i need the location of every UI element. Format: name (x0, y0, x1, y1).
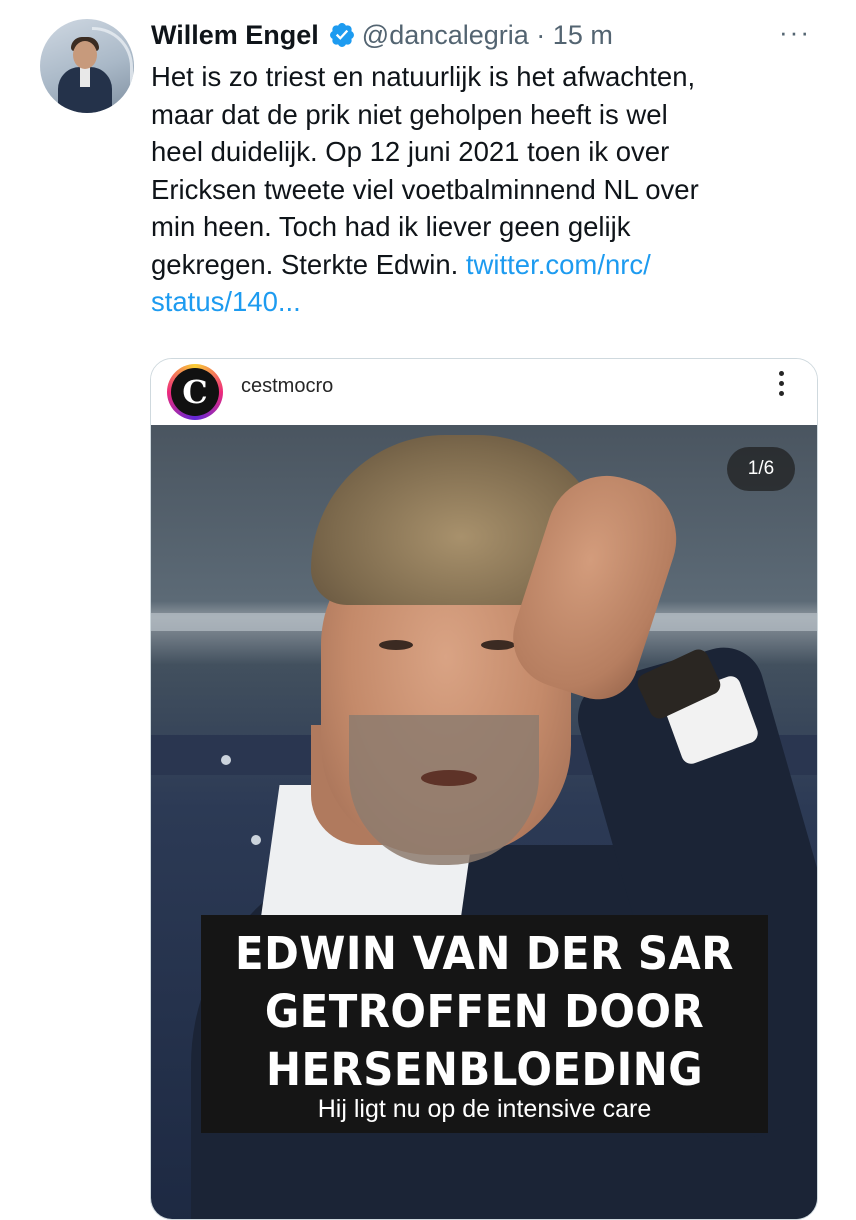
verified-badge-icon (329, 23, 354, 47)
embedded-media-card[interactable]: C cestmocro 1/6 EDWIN VAN DER SAR GETROF… (150, 358, 818, 1220)
headline-line-1: EDWIN VAN DER SAR (235, 927, 734, 980)
vertical-dots-icon[interactable] (775, 371, 787, 396)
headline-caption-box: EDWIN VAN DER SAR GETROFFEN DOOR HERSENB… (201, 915, 768, 1133)
headline-line-2: GETROFFEN DOOR (264, 985, 705, 1038)
man-eye (379, 640, 413, 650)
stadium-light (221, 755, 231, 765)
author-handle-and-time[interactable]: @dancalegria · 15 m (362, 20, 613, 51)
embed-header: C cestmocro (151, 359, 817, 425)
embed-account-logo: C (171, 368, 219, 416)
slide-counter-badge: 1/6 (727, 447, 795, 491)
author-avatar[interactable] (40, 19, 134, 113)
avatar-person-shirt (80, 67, 90, 87)
tweet-header: Willem Engel @dancalegria · 15 m (151, 15, 613, 55)
tweet-text: Het is zo triest en natuurlijk is het af… (151, 61, 699, 280)
avatar-person-head (73, 41, 97, 69)
man-mouth (421, 770, 477, 786)
embed-account-avatar[interactable]: C (167, 364, 223, 420)
embed-photo[interactable]: 1/6 EDWIN VAN DER SAR GETROFFEN DOOR HER… (151, 425, 817, 1219)
embed-account-name[interactable]: cestmocro (241, 375, 333, 398)
subheadline: Hij ligt nu op de intensive care (317, 1095, 652, 1123)
more-options-icon[interactable]: ··· (779, 19, 811, 45)
stadium-light (251, 835, 261, 845)
headline-line-3: HERSENBLOEDING (265, 1043, 704, 1096)
man-eye (481, 640, 515, 650)
author-name[interactable]: Willem Engel (151, 20, 319, 51)
tweet-body: Het is zo triest en natuurlijk is het af… (151, 58, 811, 321)
